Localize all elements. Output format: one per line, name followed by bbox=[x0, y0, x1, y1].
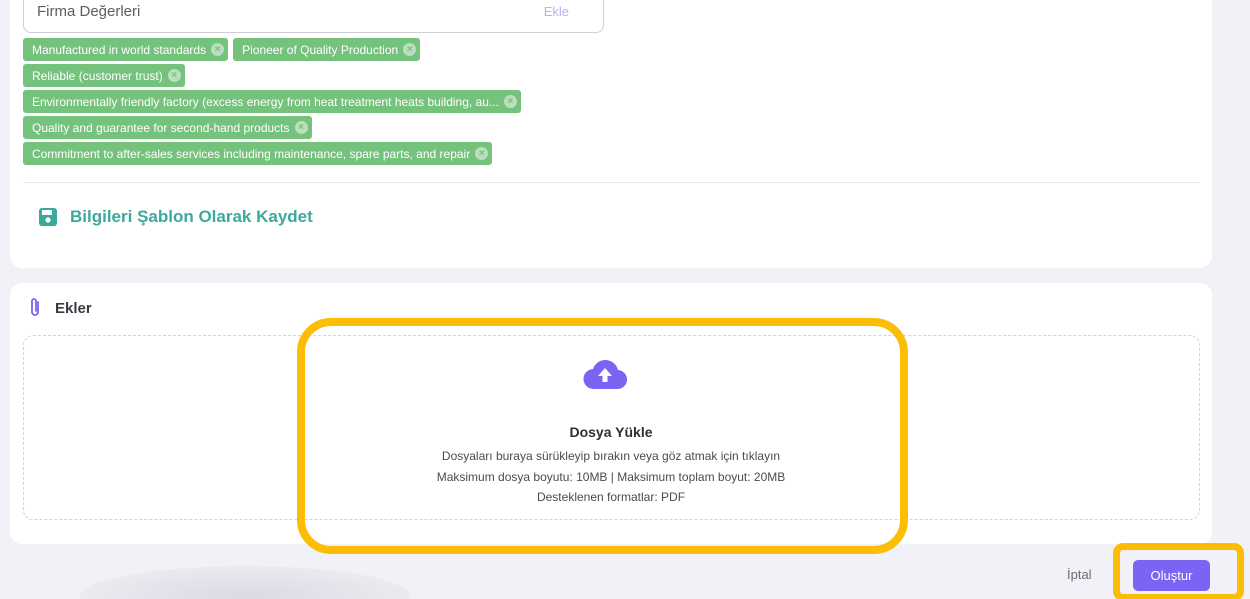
value-tag: Manufactured in world standards × bbox=[23, 38, 229, 61]
attachments-title: Ekler bbox=[55, 299, 92, 317]
paperclip-icon bbox=[31, 298, 39, 316]
tag-row: Quality and guarantee for second-hand pr… bbox=[23, 116, 613, 139]
dropzone-highlight bbox=[297, 318, 908, 554]
remove-tag-icon[interactable]: × bbox=[167, 69, 181, 82]
value-tag-label: Reliable (customer trust) bbox=[32, 68, 163, 83]
company-values-placeholder: Firma Değerleri bbox=[37, 3, 141, 20]
tag-row: Commitment to after-sales services inclu… bbox=[23, 142, 613, 165]
remove-tag-icon[interactable]: × bbox=[503, 95, 517, 108]
remove-tag-icon[interactable]: × bbox=[403, 43, 417, 56]
attachments-header: Ekler bbox=[27, 297, 92, 319]
value-tag-label: Quality and guarantee for second-hand pr… bbox=[32, 120, 290, 135]
value-tag: Pioneer of Quality Production × bbox=[233, 38, 421, 61]
tag-row: Environmentally friendly factory (excess… bbox=[23, 90, 613, 113]
value-tag: Commitment to after-sales services inclu… bbox=[23, 142, 493, 165]
company-values-field[interactable]: Firma Değerleri Ekle bbox=[23, 0, 604, 33]
value-tag-label: Pioneer of Quality Production bbox=[242, 42, 399, 57]
value-tag-label: Commitment to after-sales services inclu… bbox=[32, 146, 471, 161]
remove-tag-icon[interactable]: × bbox=[294, 121, 308, 134]
cancel-button[interactable]: İptal bbox=[1067, 567, 1092, 582]
remove-tag-icon[interactable]: × bbox=[211, 43, 225, 56]
tag-list: Manufactured in world standards × Pioneer … bbox=[23, 38, 613, 168]
divider bbox=[23, 182, 1200, 183]
value-tag-label: Manufactured in world standards bbox=[32, 42, 207, 57]
save-template-button[interactable]: Bilgileri Şablon Olarak Kaydet bbox=[38, 207, 313, 227]
value-tag: Quality and guarantee for second-hand pr… bbox=[23, 116, 312, 139]
shadow-decoration bbox=[80, 566, 410, 599]
value-tag: Reliable (customer trust) × bbox=[23, 64, 185, 87]
value-tag-label: Environmentally friendly factory (excess… bbox=[32, 94, 499, 109]
save-template-label: Bilgileri Şablon Olarak Kaydet bbox=[70, 207, 313, 226]
save-icon bbox=[39, 208, 57, 226]
create-button[interactable]: Oluştur bbox=[1133, 560, 1210, 591]
value-tag: Environmentally friendly factory (excess… bbox=[23, 90, 521, 113]
remove-tag-icon[interactable]: × bbox=[475, 147, 489, 160]
tag-row: Manufactured in world standards × Pioneer … bbox=[23, 38, 613, 61]
add-value-button[interactable]: Ekle bbox=[544, 4, 569, 19]
tag-row: Reliable (customer trust) × bbox=[23, 64, 613, 87]
